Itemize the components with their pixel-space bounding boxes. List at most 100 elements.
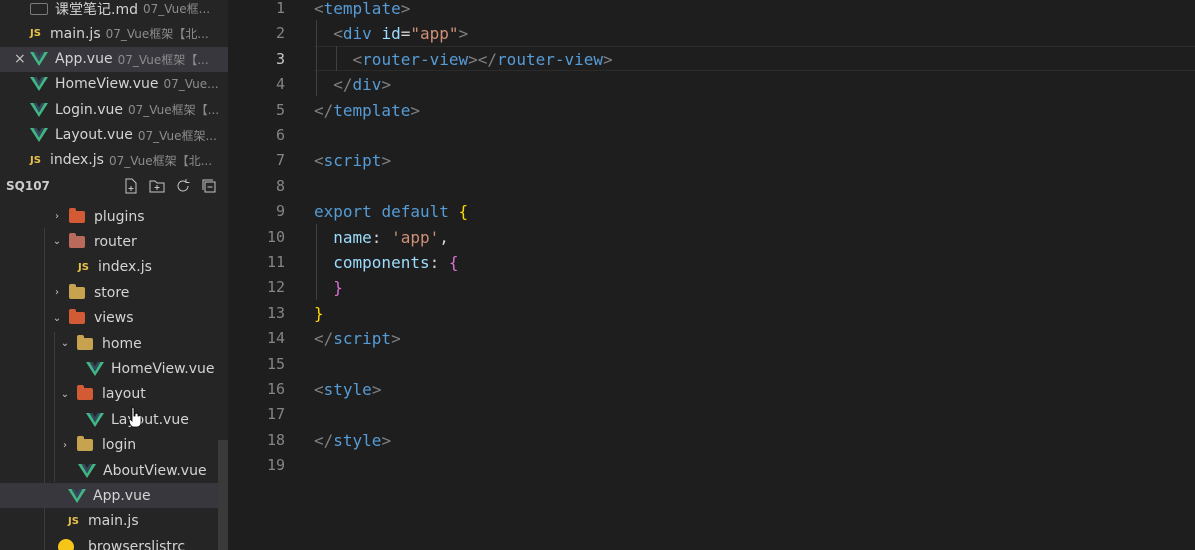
js-icon: JS: [30, 154, 41, 166]
tree-item-label: plugins: [94, 208, 145, 225]
code-token: <: [314, 151, 324, 171]
open-editor-item[interactable]: HomeView.vue 07_Vue...: [0, 72, 228, 97]
chevron-down-icon[interactable]: ⌄: [50, 313, 64, 324]
code-token: </: [314, 329, 334, 349]
line-number: 5: [275, 100, 285, 119]
tree-item-label: login: [102, 437, 137, 454]
line-number: 6: [275, 126, 285, 144]
vue-icon: [86, 361, 104, 376]
code-token: div: [352, 75, 382, 95]
vue-icon: [30, 128, 48, 142]
tree-item-label: home: [102, 335, 142, 352]
vue-icon: [30, 52, 48, 67]
code-line[interactable]: <div id="app">: [314, 21, 468, 46]
code-line[interactable]: </div>: [314, 72, 391, 97]
new-folder-icon[interactable]: [148, 177, 166, 195]
chevron-down-icon[interactable]: ⌄: [58, 338, 72, 349]
code-line[interactable]: </style>: [314, 428, 391, 453]
tree-item-layout-vue[interactable]: Layout.vue: [0, 407, 228, 432]
line-number: 9: [275, 202, 285, 221]
tree-item-main-js[interactable]: JS main.js: [0, 509, 228, 534]
code-line[interactable]: }: [314, 275, 343, 300]
tree-item-store[interactable]: › store: [0, 280, 228, 305]
sidebar-scrollbar[interactable]: [218, 440, 228, 550]
tree-item-aboutview-vue[interactable]: AboutView.vue: [0, 458, 228, 483]
code-token: router-view: [362, 49, 469, 69]
open-editor-item[interactable]: 课堂笔记.md 07_Vue框...: [0, 0, 228, 21]
open-editor-item[interactable]: Layout.vue 07_Vue框架...: [0, 123, 228, 148]
chevron-right-icon[interactable]: ›: [50, 211, 64, 222]
code-line[interactable]: <style>: [314, 377, 381, 402]
code-line[interactable]: </script>: [314, 326, 401, 351]
code-line[interactable]: components: {: [314, 250, 458, 275]
code-token: >: [371, 380, 382, 399]
code-line[interactable]: </template>: [314, 98, 420, 123]
open-editor-item[interactable]: × App.vue 07_Vue框架【...: [0, 46, 228, 72]
tree-item-browserslistrc[interactable]: browserslistrc: [0, 534, 228, 550]
tree-item-layout[interactable]: ⌄ layout: [0, 382, 228, 407]
open-editor-name: HomeView.vue: [55, 76, 159, 93]
line-number: 4: [275, 75, 285, 94]
vue-icon: [68, 488, 86, 503]
code-line[interactable]: }: [314, 301, 324, 326]
folder-icon: [77, 385, 93, 401]
line-number: 18: [266, 430, 285, 449]
explorer-root-header[interactable]: SQ107: [0, 174, 228, 198]
tree-item-plugins[interactable]: › plugins: [0, 204, 228, 229]
code-token: id: [381, 24, 401, 44]
code-token: router-view: [497, 49, 604, 69]
chevron-down-icon[interactable]: ⌄: [50, 236, 64, 247]
open-editor-item[interactable]: JS main.js 07_Vue框架【北...: [0, 21, 228, 46]
js-icon: JS: [30, 28, 41, 40]
line-number: 7: [275, 151, 285, 170]
chevron-right-icon[interactable]: ›: [58, 440, 72, 451]
open-editor-path: 07_Vue框架...: [137, 128, 217, 143]
code-token: >: [381, 75, 392, 95]
tree-item-login[interactable]: › login: [0, 433, 228, 458]
code-token: "app": [410, 24, 459, 44]
open-editor-path: 07_Vue框架【...: [128, 103, 220, 118]
code-token: :: [429, 253, 449, 272]
tree-item-router[interactable]: ⌄ router: [0, 229, 228, 254]
code-token: {: [458, 202, 469, 222]
tree-item-index-js[interactable]: JS index.js: [0, 255, 228, 280]
code-token: :: [371, 227, 392, 247]
tree-item-views[interactable]: ⌄ views: [0, 306, 228, 331]
code-token: >: [410, 100, 420, 120]
code-token: <: [314, 0, 324, 18]
tree-item-home[interactable]: ⌄ home: [0, 331, 228, 356]
tree-item-app-vue[interactable]: App.vue: [0, 483, 228, 509]
folder-icon: [77, 436, 93, 452]
line-number: 17: [266, 405, 285, 424]
chevron-right-icon[interactable]: ›: [50, 287, 64, 298]
code-editor[interactable]: 1 <template> 2 <div id="app"> 3 <router-vie…: [228, 0, 1195, 550]
open-editor-item[interactable]: JS index.js 07_Vue框架【北...: [0, 148, 228, 173]
new-file-icon[interactable]: [122, 177, 140, 195]
close-icon[interactable]: ×: [14, 51, 30, 67]
js-icon: JS: [68, 515, 79, 527]
code-token: >: [381, 151, 392, 171]
code-line[interactable]: export default {: [314, 199, 468, 224]
refresh-icon[interactable]: [174, 177, 192, 195]
open-editor-name: index.js: [50, 152, 104, 169]
code-token: =: [400, 24, 411, 44]
tree-item-homeview-vue[interactable]: HomeView.vue: [0, 356, 228, 381]
chevron-down-icon[interactable]: ⌄: [58, 389, 72, 400]
code-token: }: [314, 303, 324, 323]
open-editor-item[interactable]: Login.vue 07_Vue框架【...: [0, 97, 228, 122]
open-editor-name: Layout.vue: [55, 127, 133, 143]
code-line[interactable]: <template>: [314, 0, 410, 21]
code-line[interactable]: <router-view></router-view>: [314, 47, 613, 72]
collapse-all-icon[interactable]: [200, 177, 218, 195]
folder-icon: [69, 232, 85, 248]
vue-icon: [78, 463, 96, 478]
code-line[interactable]: <script>: [314, 148, 391, 173]
tree-item-label: App.vue: [93, 487, 151, 504]
open-editor-name: App.vue: [55, 51, 113, 68]
code-line[interactable]: name: 'app',: [314, 225, 449, 250]
open-editor-path: 07_Vue框架【北...: [105, 27, 209, 42]
